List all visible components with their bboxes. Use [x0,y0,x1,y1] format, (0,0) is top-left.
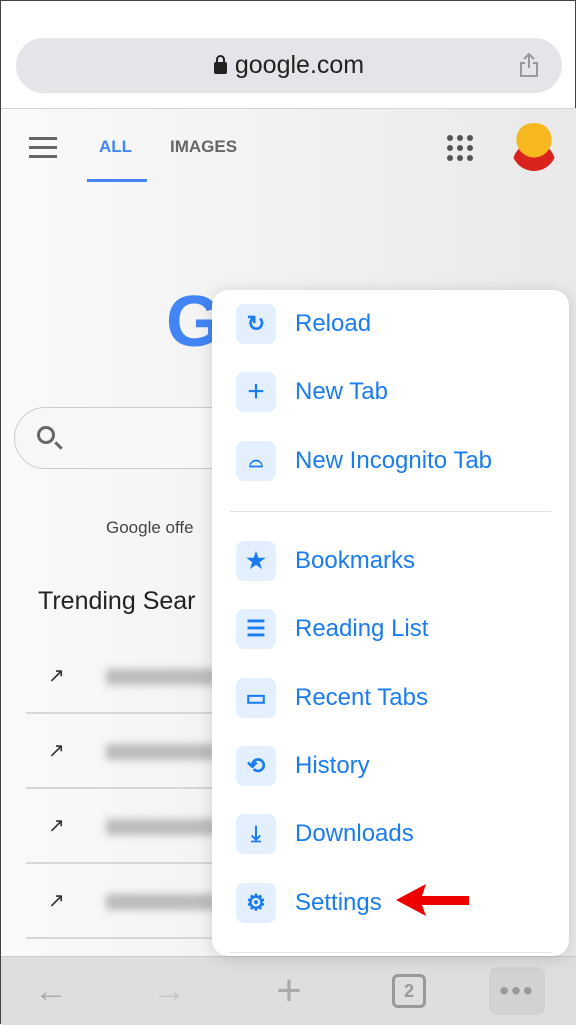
url-text: google.com [234,51,365,79]
trending-row[interactable]: ↗ [26,714,226,789]
incognito-icon: ⌓ [236,441,276,481]
menu-item-bookmarks[interactable]: ★ Bookmarks [236,541,415,581]
menu-item-recent-tabs[interactable]: ▭ Recent Tabs [236,678,428,718]
download-icon: ⤓ [236,814,276,854]
tab-all[interactable]: ALL [99,137,132,157]
apps-grid-icon[interactable] [447,135,473,161]
active-tab-indicator [87,179,147,182]
address-bar[interactable]: google.com [16,38,562,93]
trending-icon: ↗ [48,890,65,912]
trending-icon: ↗ [48,815,65,837]
trending-row[interactable]: ↗ [26,789,226,864]
trending-row[interactable]: ↗ [26,639,226,714]
back-arrow-icon[interactable]: ← [29,967,73,1015]
gear-icon: ⚙ [236,883,276,923]
red-arrow-annotation [396,884,469,916]
menu-item-history[interactable]: ⟲ History [236,746,370,786]
avatar[interactable] [511,123,557,171]
menu-divider [230,511,551,512]
more-menu-button[interactable]: ••• [489,967,545,1015]
hamburger-menu-icon[interactable] [29,137,57,164]
offered-in-text: Google offe [106,518,194,537]
tab-switcher-button[interactable]: 2 [389,967,429,1015]
history-icon: ⟲ [236,746,276,786]
trending-row[interactable]: ↗ [26,864,226,939]
trending-title: Trending Sear [38,587,196,615]
lock-icon [213,54,227,74]
trending-icon: ↗ [48,665,65,687]
trending-icon: ↗ [48,740,65,762]
forward-arrow-icon[interactable]: → [147,967,191,1015]
share-icon[interactable] [518,52,540,78]
plus-icon: + [236,372,276,412]
star-icon: ★ [236,541,276,581]
reload-icon: ↻ [236,304,276,344]
menu-item-reading-list[interactable]: ☰ Reading List [236,609,428,649]
menu-item-downloads[interactable]: ⤓ Downloads [236,814,414,854]
menu-item-reload[interactable]: ↻ Reload [236,304,371,344]
menu-item-settings[interactable]: ⚙ Settings [236,883,382,923]
new-tab-plus-icon[interactable]: + [267,966,311,1015]
menu-item-new-tab[interactable]: + New Tab [236,372,388,412]
overflow-menu: ↻ Reload + New Tab ⌓ New Incognito Tab ★ Boo… [212,290,569,956]
devices-icon: ▭ [236,678,276,718]
bottom-toolbar: ← → + 2 ••• [1,956,576,1025]
tab-images[interactable]: IMAGES [170,137,237,157]
list-icon: ☰ [236,609,276,649]
menu-item-new-incognito-tab[interactable]: ⌓ New Incognito Tab [236,441,492,481]
search-icon [37,426,55,444]
menu-divider [230,952,551,953]
